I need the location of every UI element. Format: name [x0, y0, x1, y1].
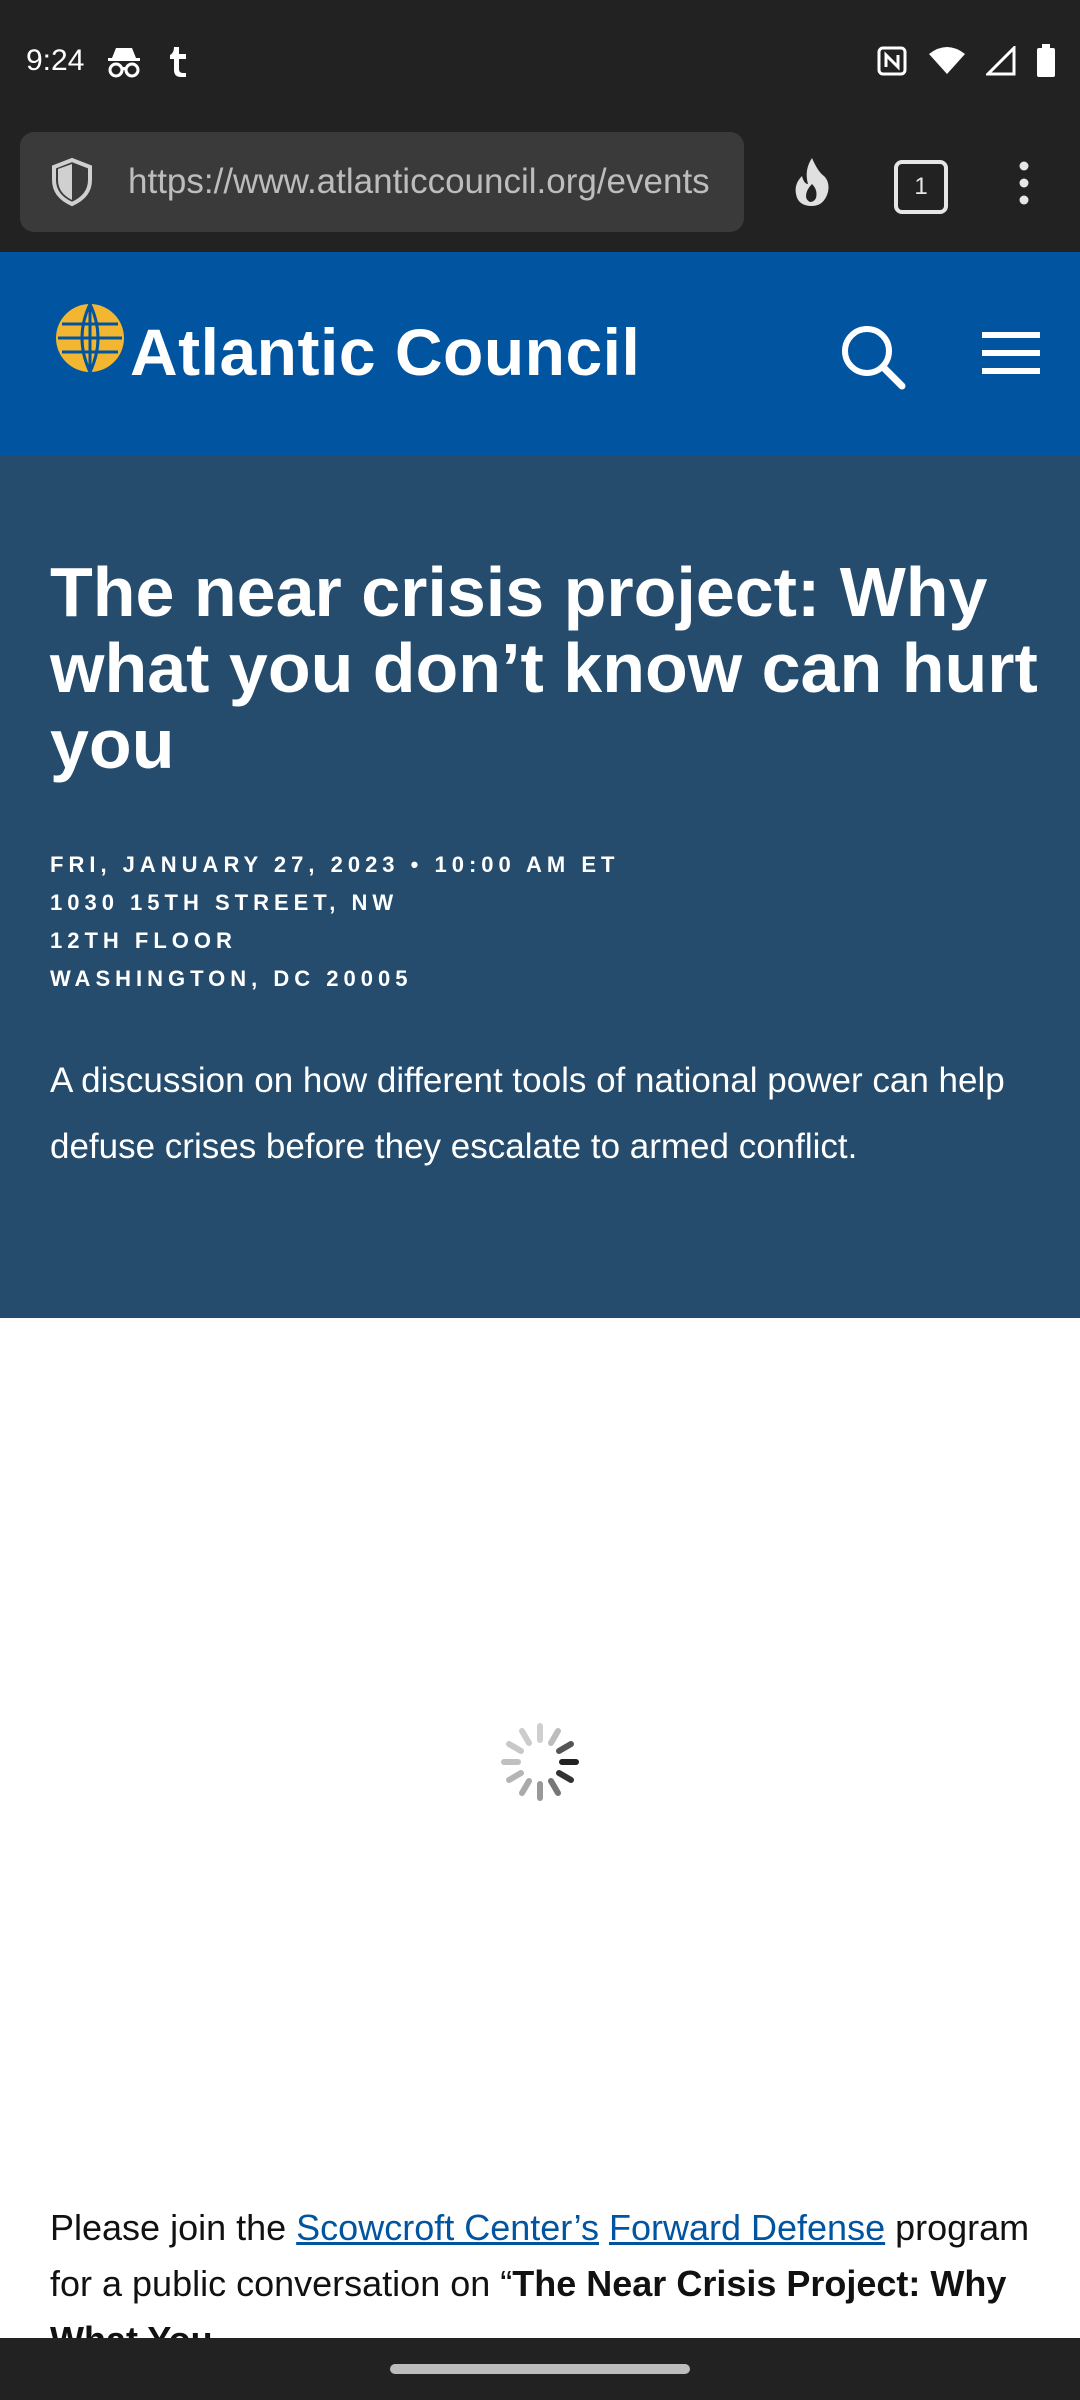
- loading-spinner-icon: [498, 1720, 582, 1804]
- scowcroft-center-link[interactable]: Scowcroft Center’s: [296, 2207, 599, 2248]
- hamburger-menu-icon[interactable]: [980, 330, 1042, 381]
- body-text: Please join the: [50, 2207, 297, 2248]
- event-description: A discussion on how different tools of n…: [50, 1061, 1005, 1166]
- incognito-icon: [104, 42, 144, 87]
- tumblr-icon: [168, 45, 192, 84]
- battery-icon: [1036, 44, 1056, 83]
- site-logo-text[interactable]: Atlantic Council: [130, 314, 640, 390]
- event-hero: The near crisis project: Why what you do…: [0, 456, 1080, 1318]
- event-title: The near crisis project: Why what you do…: [50, 553, 1038, 783]
- atlantic-council-logo-icon[interactable]: [54, 302, 126, 379]
- event-date: FRI, JANUARY 27, 2023 • 10:00 AM ET: [50, 852, 620, 877]
- event-address-line: 1030 15TH STREET, NW: [50, 890, 399, 915]
- shield-icon[interactable]: [46, 156, 98, 208]
- site-header: Atlantic Council: [0, 252, 1080, 456]
- event-details: FRI, JANUARY 27, 2023 • 10:00 AM ET 1030…: [50, 846, 619, 998]
- status-bar: 9:24: [0, 0, 1080, 130]
- browser-toolbar: https://www.atlanticcouncil.org/events 1: [0, 130, 1080, 252]
- system-nav-bar: [0, 2338, 1080, 2400]
- nfc-icon: [876, 45, 908, 82]
- address-bar[interactable]: https://www.atlanticcouncil.org/events: [20, 132, 744, 232]
- gesture-handle[interactable]: [390, 2364, 690, 2374]
- search-icon[interactable]: [840, 324, 906, 395]
- event-address-line: 12TH FLOOR: [50, 928, 237, 953]
- fire-icon[interactable]: [784, 154, 840, 215]
- more-options-icon[interactable]: [1010, 158, 1038, 213]
- wifi-icon: [928, 46, 966, 81]
- event-address-line: WASHINGTON, DC 20005: [50, 966, 413, 991]
- status-time: 9:24: [26, 44, 85, 77]
- forward-defense-link[interactable]: Forward Defense: [609, 2207, 885, 2248]
- url-text[interactable]: https://www.atlanticcouncil.org/events: [128, 162, 732, 202]
- tab-switcher-button[interactable]: 1: [894, 160, 948, 214]
- cell-signal-icon: [984, 44, 1016, 81]
